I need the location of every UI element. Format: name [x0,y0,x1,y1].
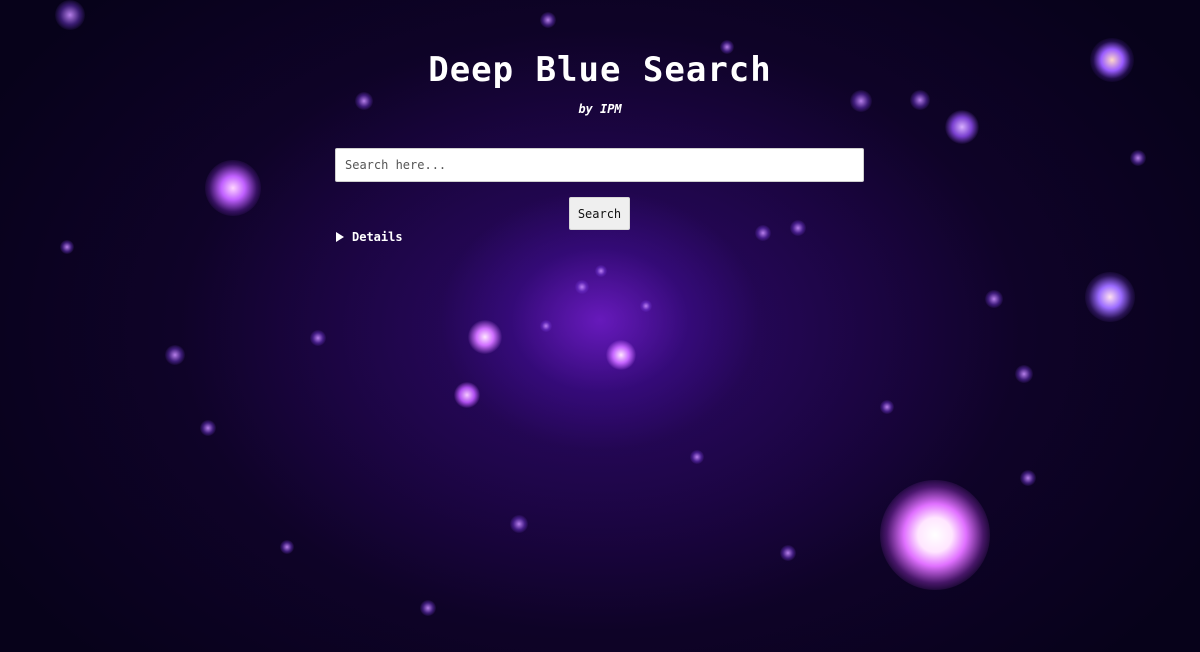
page-subtitle: by IPM [578,102,622,116]
search-page: Deep Blue Search by IPM Search Details [0,0,1200,652]
details-label: Details [352,230,403,244]
details-toggle[interactable]: Details [336,230,403,244]
page-title: Deep Blue Search [428,50,772,90]
search-button[interactable]: Search [569,197,630,230]
disclosure-triangle-icon [336,232,344,242]
search-input[interactable] [335,148,864,182]
